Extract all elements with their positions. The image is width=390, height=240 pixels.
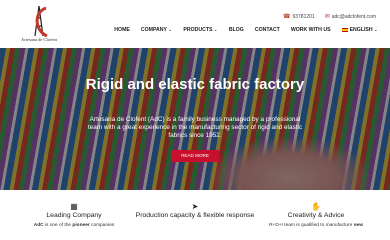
paper-plane-icon: ➤: [191, 202, 199, 211]
hero-title: Rigid and elastic fabric factory: [85, 76, 305, 93]
feature-text-middle: is one of the: [43, 223, 73, 228]
email-address: adc@adclofent.com: [331, 13, 376, 20]
email-link[interactable]: ✉ adc@adclofent.com: [324, 13, 376, 21]
feature-text: R+D+I team is qualified to manufacture n…: [256, 223, 376, 228]
read-more-button[interactable]: READ MORE: [171, 150, 219, 162]
feature-production-capacity: ➤ Production capacity & flexible respons…: [135, 202, 255, 220]
main-nav: HOME COMPANY PRODUCTS BLOG CONTACT WORK …: [114, 27, 378, 33]
nav-products[interactable]: PRODUCTS: [183, 27, 217, 33]
envelope-icon: ✉: [324, 14, 330, 20]
feature-leading-company: ▦ Leading Company AdC is one of the pion…: [14, 202, 134, 228]
logo-text: Artesana de Clofent: [21, 37, 57, 42]
hero-banner: Rigid and elastic fabric factory Artesan…: [0, 48, 390, 190]
language-label: ENGLISH: [350, 27, 378, 33]
feature-text-highlight: new: [353, 223, 363, 228]
feature-creativity-advice: ✋ Creativity & Advice R+D+I team is qual…: [256, 202, 376, 228]
building-icon: ▦: [70, 202, 78, 211]
nav-work-with-us[interactable]: WORK WITH US: [291, 27, 331, 33]
feature-title: Production capacity & flexible response: [135, 212, 255, 219]
nav-blog[interactable]: BLOG: [229, 27, 244, 33]
site-header: Artesana de Clofent ☎ 93781201 ✉ adc@adc…: [0, 0, 390, 48]
nav-contact[interactable]: CONTACT: [255, 27, 280, 33]
logo[interactable]: Artesana de Clofent: [14, 4, 64, 46]
feature-title: Creativity & Advice: [287, 212, 345, 219]
phone-icon: ☎: [282, 14, 291, 20]
feature-text-middle: R+D+I team is qualified to manufacture: [269, 223, 354, 228]
eiffel-logo-icon: [34, 5, 48, 38]
phone-link[interactable]: ☎ 93781201: [282, 13, 315, 21]
handshake-icon: ✋: [311, 202, 321, 211]
feature-text-highlight: pioneer: [72, 223, 90, 228]
nav-home[interactable]: HOME: [114, 27, 130, 33]
feature-text-strong: AdC: [33, 223, 44, 228]
features-section: ▦ Leading Company AdC is one of the pion…: [0, 190, 390, 240]
spain-flag-icon: [341, 27, 348, 32]
feature-title: Leading Company: [46, 212, 102, 219]
phone-number: 93781201: [292, 13, 315, 20]
feature-text-suffix: companies: [89, 223, 115, 228]
topbar: ☎ 93781201 ✉ adc@adclofent.com: [282, 13, 376, 21]
nav-company[interactable]: COMPANY: [141, 27, 173, 33]
language-selector[interactable]: ENGLISH: [341, 27, 378, 33]
feature-text: AdC is one of the pioneer companies: [14, 223, 134, 228]
hero-description: Artesana de Clofent (AdC) is a family bu…: [87, 116, 303, 139]
